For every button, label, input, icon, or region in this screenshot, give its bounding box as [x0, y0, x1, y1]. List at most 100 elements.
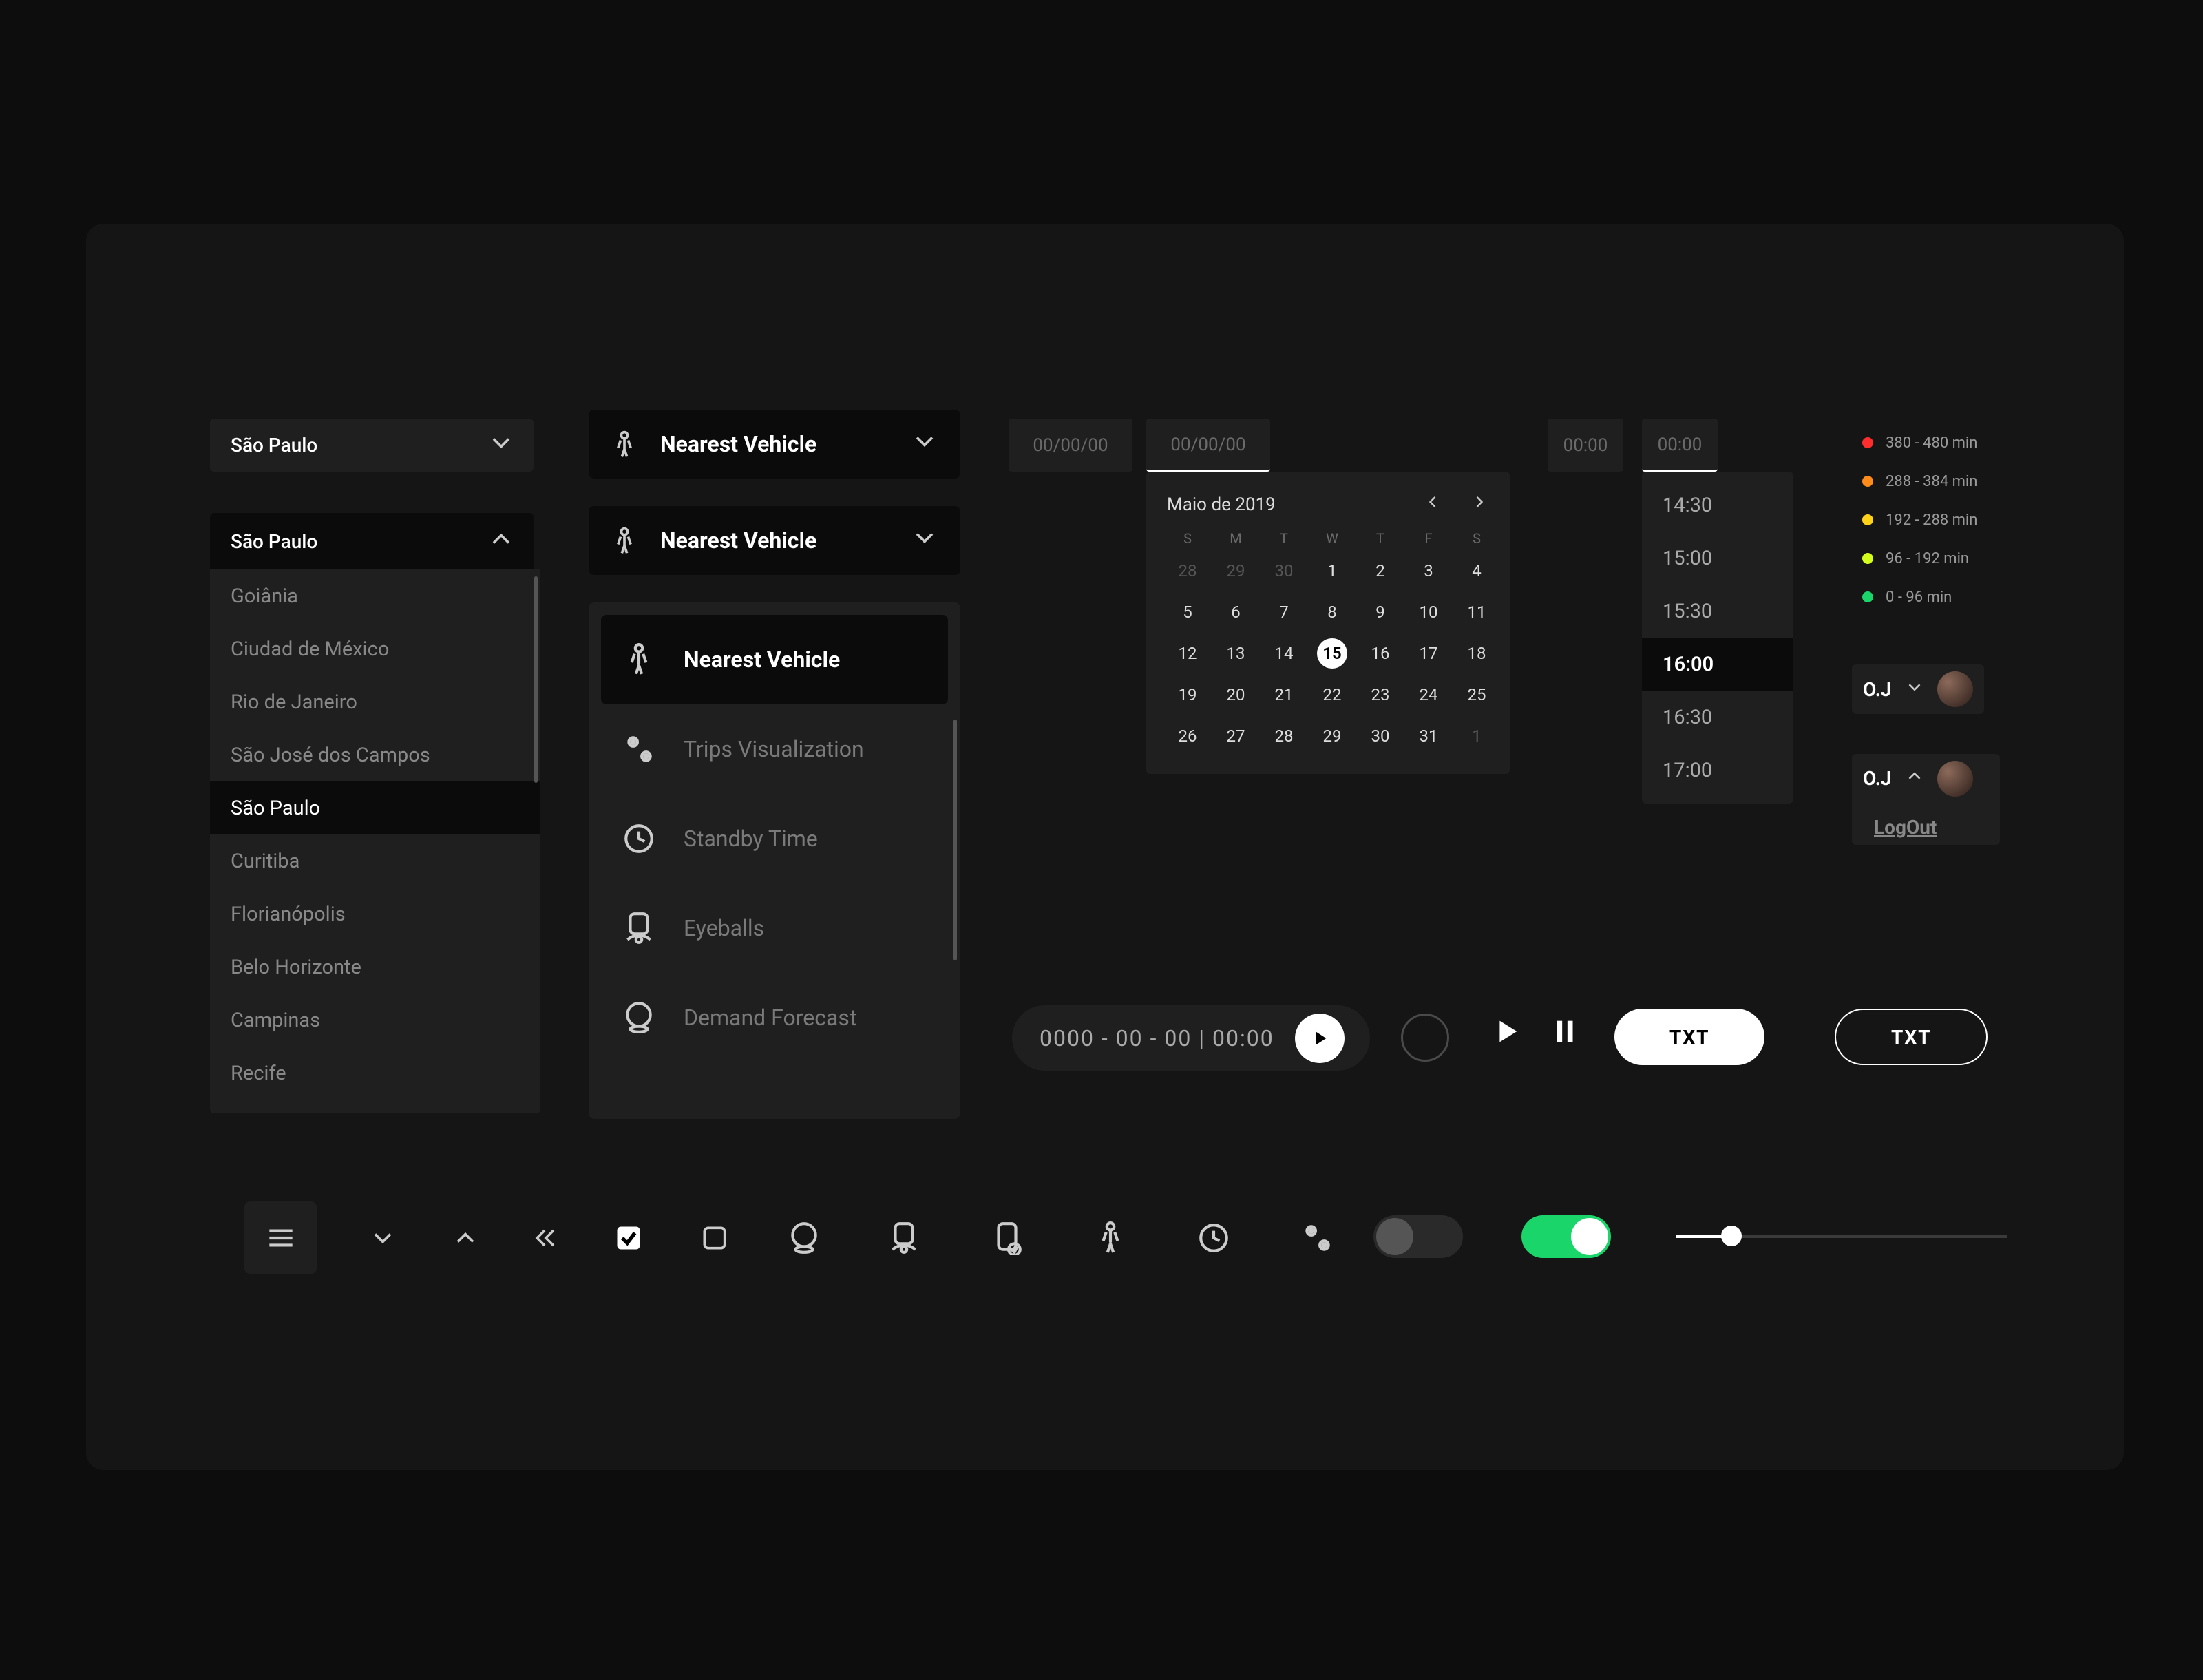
calendar-dow: W	[1311, 530, 1353, 547]
slider[interactable]	[1676, 1235, 2007, 1238]
scrollbar-thumb[interactable]	[534, 576, 538, 783]
time-input-1[interactable]: 00:00	[1548, 419, 1623, 472]
clock-icon[interactable]	[1177, 1201, 1250, 1274]
logout-link[interactable]: LogOut	[1863, 809, 1989, 839]
calendar-day[interactable]: 20	[1215, 678, 1256, 712]
pause-icon[interactable]	[1549, 1016, 1581, 1050]
city-list[interactable]: GoiâniaCiudad de MéxicoRio de JaneiroSão…	[210, 569, 540, 1113]
city-item[interactable]: Recife	[210, 1047, 540, 1100]
visualization-item[interactable]: Standby Time	[601, 794, 948, 883]
calendar-day[interactable]: 3	[1408, 554, 1449, 588]
legend-dot	[1862, 437, 1873, 448]
time-item[interactable]: 15:30	[1642, 585, 1793, 638]
visualization-item[interactable]: Demand Forecast	[601, 973, 948, 1062]
toggle-off[interactable]	[1373, 1215, 1463, 1258]
person-icon[interactable]	[1074, 1201, 1146, 1274]
visualization-select-2[interactable]: Nearest Vehicle	[589, 506, 960, 575]
calendar-day[interactable]: 21	[1263, 678, 1305, 712]
calendar-day-muted[interactable]: 1	[1456, 719, 1497, 753]
calendar-day[interactable]: 19	[1167, 678, 1208, 712]
calendar-day[interactable]: 23	[1360, 678, 1401, 712]
user-menu-expanded[interactable]: O.J LogOut	[1852, 754, 2000, 845]
slider-knob[interactable]	[1721, 1226, 1742, 1246]
time-item[interactable]: 16:30	[1642, 691, 1793, 744]
calendar-day[interactable]: 6	[1215, 595, 1256, 629]
calendar-day[interactable]: 9	[1360, 595, 1401, 629]
calendar-day[interactable]: 10	[1408, 595, 1449, 629]
calendar-day-muted[interactable]: 30	[1263, 554, 1305, 588]
txt-button-filled[interactable]: TXT	[1614, 1009, 1764, 1065]
chevrons-left-icon[interactable]	[509, 1201, 582, 1274]
visualization-select-1[interactable]: Nearest Vehicle	[589, 410, 960, 479]
calendar-day[interactable]: 11	[1456, 595, 1497, 629]
city-select-collapsed[interactable]: São Paulo	[210, 419, 534, 472]
calendar[interactable]: Maio de 2019 SMTWTFS28293012345678910111…	[1146, 472, 1510, 774]
calendar-day[interactable]: 26	[1167, 719, 1208, 753]
play-icon[interactable]	[1490, 1016, 1522, 1050]
city-item[interactable]: Curitiba	[210, 834, 540, 888]
city-item[interactable]: Rio de Janeiro	[210, 675, 540, 728]
calendar-day[interactable]: 18	[1456, 636, 1497, 671]
calendar-day[interactable]: 31	[1408, 719, 1449, 753]
checkbox-checked-icon[interactable]	[592, 1201, 664, 1274]
txt-button-outline[interactable]: TXT	[1835, 1009, 1988, 1065]
toggle-on[interactable]	[1521, 1215, 1611, 1258]
time-item[interactable]: 14:30	[1642, 479, 1793, 532]
calendar-day[interactable]: 29	[1311, 719, 1353, 753]
city-item[interactable]: Campinas	[210, 994, 540, 1047]
trips-icon[interactable]	[1280, 1201, 1353, 1274]
playback-bar: 0000 - 00 - 00 | 00:00	[1012, 1005, 1370, 1071]
visualization-item[interactable]: Trips Visualization	[601, 704, 948, 794]
calendar-day[interactable]: 28	[1263, 719, 1305, 753]
calendar-day[interactable]: 30	[1360, 719, 1401, 753]
calendar-day[interactable]: 15	[1317, 638, 1347, 669]
hamburger-icon[interactable]	[244, 1201, 317, 1274]
time-list[interactable]: 14:3015:0015:3016:0016:3017:00	[1642, 472, 1793, 804]
calendar-day-muted[interactable]: 29	[1215, 554, 1256, 588]
calendar-day[interactable]: 27	[1215, 719, 1256, 753]
calendar-day[interactable]: 13	[1215, 636, 1256, 671]
checkbox-empty-icon[interactable]	[678, 1201, 750, 1274]
city-item[interactable]: Goiânia	[210, 569, 540, 622]
time-item[interactable]: 16:00	[1642, 638, 1793, 691]
city-item[interactable]: Belo Horizonte	[210, 941, 540, 994]
calendar-day[interactable]: 7	[1263, 595, 1305, 629]
date-input-1[interactable]: 00/00/00	[1009, 419, 1132, 472]
calendar-next-icon[interactable]	[1470, 492, 1489, 516]
eyeballs-icon[interactable]	[867, 1201, 940, 1274]
visualization-option-list[interactable]: Nearest VehicleTrips VisualizationStandb…	[589, 602, 960, 1119]
device-check-icon[interactable]	[971, 1201, 1043, 1274]
calendar-day[interactable]: 4	[1456, 554, 1497, 588]
chevron-down-icon[interactable]	[346, 1201, 419, 1274]
city-item[interactable]: Florianópolis	[210, 888, 540, 941]
chevron-up-icon[interactable]	[429, 1201, 501, 1274]
demand-forecast-icon[interactable]	[768, 1201, 840, 1274]
calendar-day[interactable]: 22	[1311, 678, 1353, 712]
user-menu-collapsed[interactable]: O.J	[1852, 664, 1984, 714]
calendar-day[interactable]: 8	[1311, 595, 1353, 629]
city-item[interactable]: Ciudad de México	[210, 622, 540, 675]
calendar-day[interactable]: 24	[1408, 678, 1449, 712]
calendar-day[interactable]: 17	[1408, 636, 1449, 671]
city-select-open-header[interactable]: São Paulo	[210, 513, 534, 569]
time-item[interactable]: 15:00	[1642, 532, 1793, 585]
visualization-item[interactable]: Nearest Vehicle	[601, 615, 948, 704]
date-input-2[interactable]: 00/00/00	[1146, 419, 1270, 472]
calendar-day-muted[interactable]: 28	[1167, 554, 1208, 588]
time-item[interactable]: 17:00	[1642, 744, 1793, 797]
calendar-day[interactable]: 1	[1311, 554, 1353, 588]
calendar-day[interactable]: 25	[1456, 678, 1497, 712]
calendar-day[interactable]: 16	[1360, 636, 1401, 671]
city-item[interactable]: São José dos Campos	[210, 728, 540, 781]
calendar-day[interactable]: 12	[1167, 636, 1208, 671]
legend-dot	[1862, 591, 1873, 602]
scrollbar-thumb[interactable]	[953, 720, 957, 960]
calendar-prev-icon[interactable]	[1423, 492, 1442, 516]
time-input-2[interactable]: 00:00	[1642, 419, 1718, 472]
play-button[interactable]	[1295, 1014, 1345, 1063]
calendar-day[interactable]: 2	[1360, 554, 1401, 588]
calendar-day[interactable]: 14	[1263, 636, 1305, 671]
visualization-item[interactable]: Eyeballs	[601, 883, 948, 973]
city-item[interactable]: São Paulo	[210, 781, 540, 834]
calendar-day[interactable]: 5	[1167, 595, 1208, 629]
